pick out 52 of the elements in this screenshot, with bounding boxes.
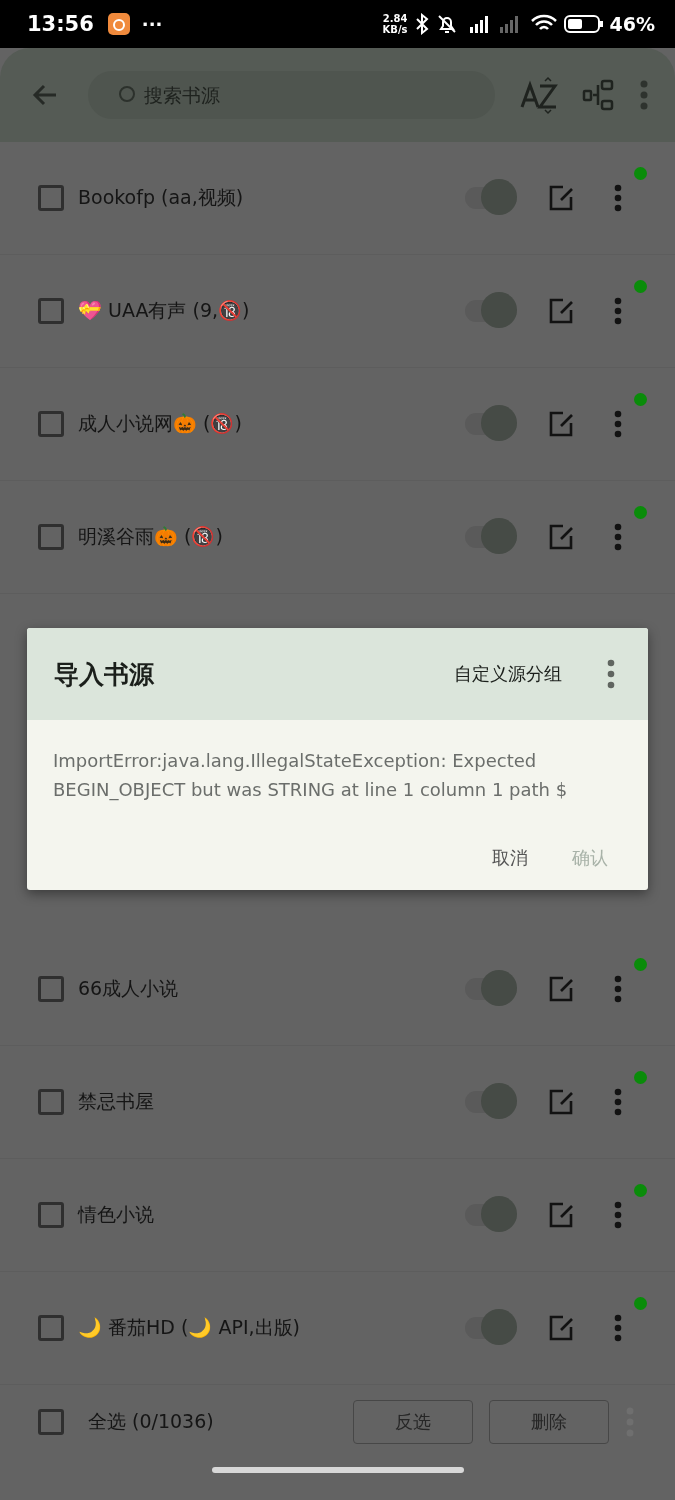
bell-muted-icon <box>435 13 458 35</box>
toggle-switch[interactable] <box>463 1083 519 1121</box>
search-icon <box>118 85 138 105</box>
app-notification-icon <box>107 13 130 35</box>
dialog-button[interactable]: 取消 <box>474 838 546 878</box>
toggle-switch[interactable] <box>463 179 519 217</box>
more-notifications-text: ··· <box>141 13 163 35</box>
toggle-switch[interactable] <box>463 518 519 556</box>
sort-icon[interactable] <box>519 75 559 115</box>
source-name: 66成人小说 <box>78 976 180 1001</box>
action-button[interactable]: 删除 <box>489 1400 609 1444</box>
overflow-menu-icon[interactable] <box>613 975 623 1003</box>
checkbox[interactable] <box>38 976 64 1002</box>
select-all-checkbox[interactable] <box>38 1409 64 1435</box>
select-all-label: 全选 (0/1036) <box>88 1409 214 1434</box>
clock-time: 13:56 <box>27 12 94 36</box>
overflow-menu-icon[interactable] <box>613 1314 623 1342</box>
checkbox[interactable] <box>38 298 64 324</box>
toggle-switch[interactable] <box>463 292 519 330</box>
overflow-menu-icon[interactable] <box>613 1201 623 1229</box>
overflow-menu-icon[interactable] <box>613 1088 623 1116</box>
action-button[interactable]: 反选 <box>353 1400 473 1444</box>
toggle-switch[interactable] <box>463 970 519 1008</box>
overflow-menu-icon[interactable] <box>613 410 623 438</box>
toggle-switch[interactable] <box>463 1196 519 1234</box>
error-message: ImportError:java.lang.IllegalStateException: Expected BEGIN_OBJECT but was STRING at line 1 column 1 path $ <box>53 749 569 803</box>
network-speed: 2.84 KB/s <box>382 13 408 35</box>
toggle-switch[interactable] <box>463 1309 519 1347</box>
checkbox[interactable] <box>38 411 64 437</box>
source-name: 明溪谷雨🎃 (🔞) <box>78 524 224 549</box>
dialog-title: 导入书源 <box>54 658 155 691</box>
overflow-menu-icon[interactable] <box>613 184 623 212</box>
bluetooth-icon <box>413 13 430 35</box>
overflow-menu-icon[interactable] <box>613 523 623 551</box>
checkbox[interactable] <box>38 185 64 211</box>
battery-icon <box>563 13 604 35</box>
toggle-switch[interactable] <box>463 405 519 443</box>
source-name: 成人小说网🎃 (🔞) <box>78 411 243 436</box>
source-name: 禁忌书屋 <box>78 1089 155 1114</box>
source-name: Bookofp (aa,视频) <box>78 185 245 210</box>
source-name: 情色小说 <box>78 1202 155 1227</box>
overflow-menu-icon[interactable] <box>606 659 616 689</box>
checkbox[interactable] <box>38 1089 64 1115</box>
overflow-menu-icon[interactable] <box>613 297 623 325</box>
source-name: 🌙 番茄HD (🌙 API,出版) <box>78 1315 301 1340</box>
checkbox[interactable] <box>38 1315 64 1341</box>
checkbox[interactable] <box>38 1202 64 1228</box>
source-name: 💝 UAA有声 (9,🔞) <box>78 298 251 323</box>
overflow-menu-icon[interactable] <box>639 80 649 110</box>
checkbox[interactable] <box>38 524 64 550</box>
custom-group-button[interactable]: 自定义源分组 <box>450 658 566 690</box>
battery-percent: 46% <box>609 13 655 35</box>
